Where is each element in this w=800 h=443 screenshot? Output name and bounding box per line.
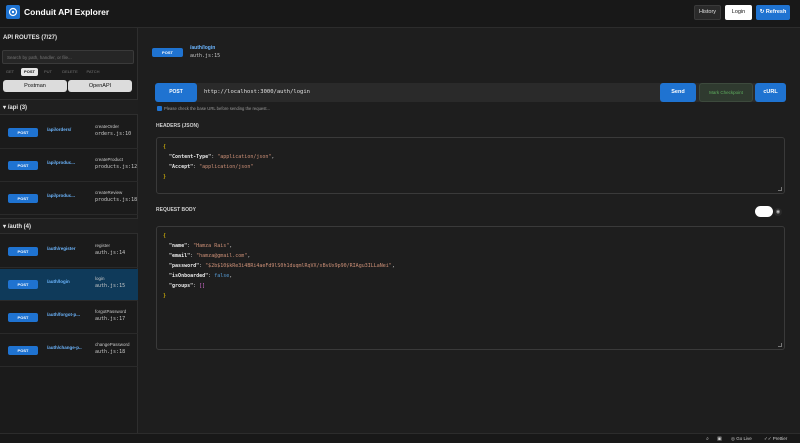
refresh-button[interactable]: ↻ Refresh (756, 5, 790, 20)
sidebar: API ROUTES (7/27) GET POST PUT DELETE PA… (0, 28, 138, 443)
postman-button[interactable]: Postman (3, 80, 67, 92)
code-line: "Content-Type": "application/json", (169, 154, 275, 160)
method-badge: POST (8, 247, 38, 256)
body-editor[interactable]: { "name": "Hamza Rais", "email": "hamza@… (156, 226, 785, 350)
base-url-checkbox[interactable] (157, 106, 162, 111)
group-auth[interactable]: ▾ /auth (4) (0, 218, 138, 234)
app-title: Conduit API Explorer (24, 7, 110, 17)
body-toggle[interactable] (755, 206, 773, 217)
route-handler: createReview (95, 190, 123, 195)
eye-icon[interactable]: ◉ (774, 208, 782, 216)
method-badge: POST (8, 194, 38, 203)
code-line: { (163, 233, 167, 239)
zoom-icon[interactable]: ⌕ (703, 435, 712, 443)
status-bar: ⌕ ▣ ◎ Go Live ✓✓ Prettier (0, 433, 800, 443)
code-line: { (163, 144, 167, 150)
app-window: Conduit API Explorer History Login ↻ Ref… (0, 0, 800, 443)
route-handler: changePassword (95, 342, 130, 347)
code-line: "name": "Hamza Rais", (169, 243, 233, 249)
code-line: "Accept": "application/json" (169, 164, 254, 170)
route-item[interactable]: POST /api/orders/ createOrder orders.js:… (0, 117, 138, 149)
filter-post[interactable]: POST (21, 68, 38, 76)
route-file: auth.js:14 (95, 250, 126, 256)
route-path: /api/produc... (47, 160, 76, 165)
method-badge: POST (8, 346, 38, 355)
route-handler: register (95, 243, 111, 248)
search-input[interactable] (2, 50, 134, 64)
method-badge: POST (8, 161, 38, 170)
filter-delete[interactable]: DELETE (60, 68, 80, 76)
route-item-selected[interactable]: POST /auth/login login auth.js:15 (0, 269, 138, 301)
method-badge: POST (8, 280, 38, 289)
route-handler: createOrder (95, 124, 120, 129)
openapi-button[interactable]: OpenAPI (68, 80, 132, 92)
filter-patch[interactable]: PATCH (84, 68, 102, 76)
route-path: /auth/forgot-p... (47, 312, 80, 317)
go-live[interactable]: ◎ Go Live (731, 436, 752, 442)
sidebar-title: API ROUTES (7/27) (3, 35, 58, 41)
route-file: products.js:18 (95, 197, 138, 203)
route-item[interactable]: POST /auth/change-p... changePassword au… (0, 335, 138, 367)
route-file: orders.js:10 (95, 131, 132, 137)
route-path: /auth/login (47, 279, 70, 284)
resize-handle[interactable] (778, 187, 782, 191)
route-file: auth.js:15 (95, 283, 126, 289)
logo-icon (6, 5, 20, 19)
route-path: /auth/change-p... (47, 345, 82, 350)
refresh-label: Refresh (765, 9, 787, 15)
route-handler: createProduct (95, 157, 124, 162)
code-line: "email": "hamza@gmail.com", (169, 253, 251, 259)
resize-handle[interactable] (778, 343, 782, 347)
layout-icon[interactable]: ▣ (715, 435, 724, 443)
header-file: auth.js:15 (190, 53, 221, 59)
main-panel: POST /auth/login auth.js:15 POST Send Ma… (138, 28, 800, 443)
route-handler: forgotPassword (95, 309, 127, 314)
group-label: ▾ /auth (4) (3, 224, 32, 230)
header-method-badge: POST (152, 48, 183, 57)
filter-get[interactable]: GET (3, 68, 17, 76)
route-file: products.js:12 (95, 164, 138, 170)
route-file: auth.js:18 (95, 349, 126, 355)
code-line: } (163, 174, 167, 180)
route-path: /api/produc... (47, 193, 76, 198)
headers-editor[interactable]: { "Content-Type": "application/json", "A… (156, 137, 785, 194)
code-line: "password": "$2b$10$kRe3i4BRi4aeFd9lS0h1… (169, 263, 395, 269)
method-badge: POST (8, 128, 38, 137)
method-select[interactable]: POST (155, 83, 197, 102)
route-handler: login (95, 276, 105, 281)
route-path: /auth/register (47, 246, 76, 251)
group-api[interactable]: ▾ /api (3) (0, 99, 138, 115)
send-button[interactable]: Send (660, 83, 696, 102)
route-path: /api/orders/ (47, 127, 72, 132)
route-item[interactable]: POST /api/produc... createReview product… (0, 183, 138, 215)
header-path: /auth/login (190, 45, 216, 51)
code-line: "isOnboarded": false, (169, 273, 233, 279)
url-input[interactable] (204, 83, 654, 102)
route-item[interactable]: POST /api/produc... createProduct produc… (0, 150, 138, 182)
mark-checkpoint-button[interactable]: Mark Checkpoint (699, 83, 753, 102)
code-line: } (163, 293, 167, 299)
curl-button[interactable]: cURL (755, 83, 786, 102)
method-badge: POST (8, 313, 38, 322)
history-button[interactable]: History (694, 5, 721, 20)
filter-put[interactable]: PUT (42, 68, 54, 76)
headers-label: HEADERS (JSON) (156, 123, 199, 129)
login-button[interactable]: Login (725, 5, 752, 20)
body-label: REQUEST BODY (156, 207, 197, 213)
prettier[interactable]: ✓✓ Prettier (764, 436, 787, 442)
checkbox-label: Please check the base URL before sending… (164, 105, 270, 111)
code-line: "groups": [] (169, 283, 206, 289)
group-label: ▾ /api (3) (3, 105, 28, 111)
route-item[interactable]: POST /auth/forgot-p... forgotPassword au… (0, 302, 138, 334)
route-item[interactable]: POST /auth/register register auth.js:14 (0, 236, 138, 268)
top-bar: Conduit API Explorer History Login ↻ Ref… (0, 0, 800, 28)
route-file: auth.js:17 (95, 316, 126, 322)
